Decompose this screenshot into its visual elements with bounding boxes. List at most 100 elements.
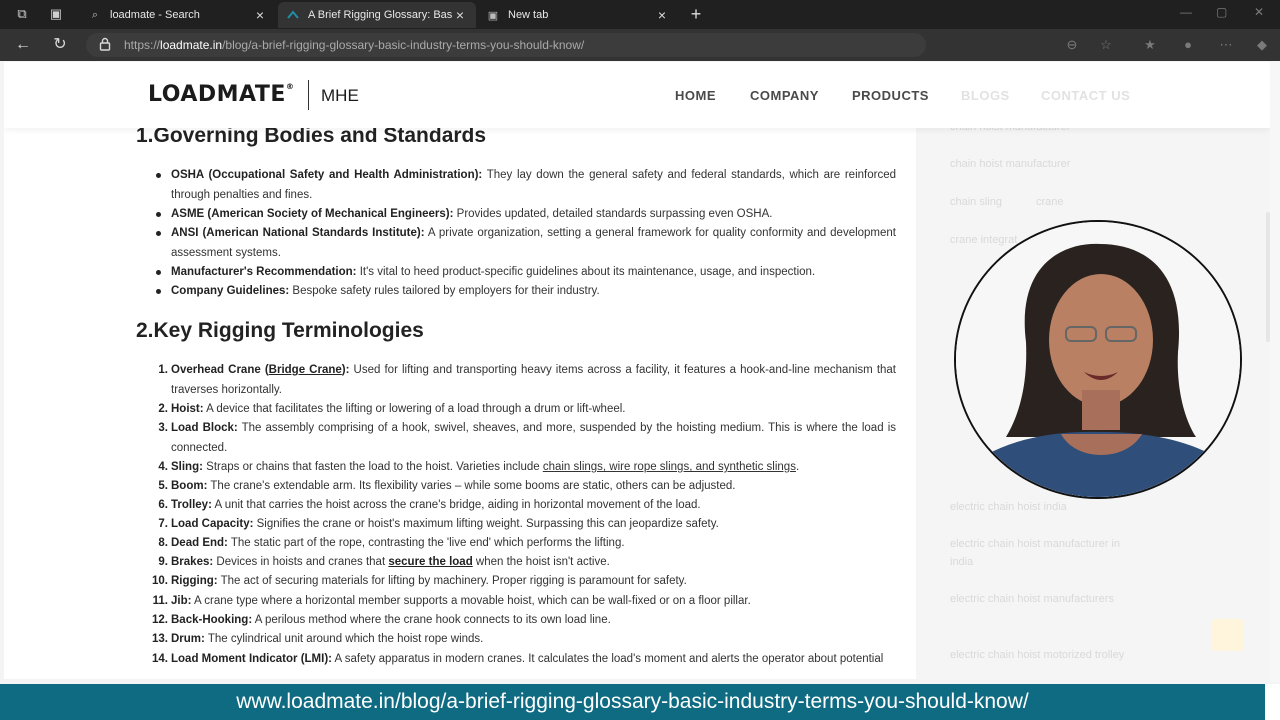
back-icon[interactable]: ← [14,36,32,54]
close-icon[interactable]: × [452,7,468,23]
item-term: Jib: [171,595,192,607]
tab-article[interactable]: A Brief Rigging Glossary: Basic Ind × [278,2,476,28]
sidebar-link[interactable]: chain hoist manufacturer [950,155,1140,173]
item-text: . [795,461,800,473]
list-item: Trolley: A unit that carries the hoist a… [171,496,896,516]
bullet [156,270,161,275]
item-number: 1. [158,364,168,376]
item-text: The crane's extendable arm. Its flexibil… [207,480,736,492]
item-text: A unit that carries the hoist across the… [211,499,701,511]
browser-tab-bar: ⧉ ▣ ⌕ loadmate - Search × A Brief Riggin… [0,0,1280,29]
sidebar-link[interactable]: crane [1036,193,1096,211]
favorites-bar-icon[interactable]: ★ [1142,37,1158,53]
url-scheme: https:// [124,38,161,52]
list-item: ANSI (American National Standards Instit… [171,224,896,263]
list-item: OSHA (Occupational Safety and Health Adm… [171,166,896,205]
nav-company[interactable]: COMPANY [750,88,819,103]
sidebar-link[interactable]: electric chain hoist manufacturers [950,590,1140,608]
nav-products[interactable]: PRODUCTS [852,88,929,103]
item-number: 6. [158,499,168,511]
newtab-icon: ▣ [487,9,499,22]
list-item: Manufacturer's Recommendation: It's vita… [171,263,896,283]
nav-blogs[interactable]: BLOGS [961,88,1010,103]
list-item: Company Guidelines: Bespoke safety rules… [171,282,896,302]
profile-avatar-icon[interactable]: ● [1180,37,1196,53]
close-icon[interactable]: × [654,7,670,23]
item-term: Overhead Crane ( [171,364,269,376]
logo-subtitle: MHE [321,86,359,105]
bullet [156,231,161,236]
lock-icon [99,37,111,51]
list-item: Dead End: The static part of the rope, c… [171,534,896,554]
scroll-to-top-button[interactable] [1212,619,1244,651]
address-bar[interactable]: https://loadmate.in/blog/a-brief-rigging… [86,33,926,57]
window-close-icon[interactable]: ✕ [1254,5,1264,19]
item-term: Brakes: [171,556,214,568]
nav-home[interactable]: HOME [675,88,716,103]
sidebar-link[interactable]: electric chain hoist manufacturer in ind… [950,535,1140,571]
more-menu-icon[interactable]: ⋯ [1218,37,1234,53]
list-item: Load Capacity: Signifies the crane or ho… [171,515,896,535]
minimize-icon[interactable]: — [1180,5,1192,19]
zoom-icon[interactable]: ⊖ [1064,37,1080,53]
item-term: OSHA (Occupational Safety and Health Adm… [171,169,483,181]
tab-new[interactable]: ▣ New tab × [478,2,678,28]
item-text: A safety apparatus in modern cranes. It … [331,653,884,665]
url-path: /blog/a-brief-rigging-glossary-basic-ind… [222,38,585,52]
item-number: 5. [158,480,168,492]
item-number: 10. [152,575,168,587]
item-number: 9. [158,556,168,568]
item-text: A crane type where a horizontal member s… [191,595,751,607]
list-item: Jib: A crane type where a horizontal mem… [171,592,896,612]
refresh-icon[interactable]: ↻ [51,36,69,54]
add-tab-icon[interactable]: + [686,4,706,24]
bullet [156,289,161,294]
workspaces-icon[interactable]: ⧉ [14,6,30,22]
item-term: Load Capacity: [171,518,254,530]
sidebar-link[interactable]: chain sling [950,193,1020,211]
item-number: 13. [152,633,168,645]
item-text: The act of securing materials for liftin… [217,575,687,587]
url-caption-banner: www.loadmate.in/blog/a-brief-rigging-glo… [0,684,1265,720]
section-heading: 2.Key Rigging Terminologies [136,319,424,342]
bullet [156,212,161,217]
item-term: Back-Hooking: [171,614,253,626]
item-term: Drum: [171,633,205,645]
item-number: 2. [158,403,168,415]
tab-search[interactable]: ⌕ loadmate - Search × [80,2,276,28]
item-term: Trolley: [171,499,212,511]
webcam-presenter-video [954,220,1242,499]
item-number: 14. [152,653,168,665]
item-term: Sling: [171,461,203,473]
item-text: Straps or chains that fasten the load to… [202,461,543,473]
site-logo[interactable]: LOADMATE® [148,82,294,107]
article-body: 1.Governing Bodies and Standards OSHA (O… [4,62,916,679]
item-text: when the hoist isn't active. [472,556,610,568]
item-term: Dead End: [171,537,228,549]
close-icon[interactable]: × [252,7,268,23]
sidebar-link[interactable]: electric chain hoist india [950,498,1140,516]
site-favicon-icon [286,8,300,22]
logo-brand: LOADMATE [148,82,286,107]
nav-contact-us[interactable]: CONTACT US [1041,88,1130,103]
search-icon: ⌕ [91,8,99,21]
item-term: Load Block: [171,422,238,434]
list-item: Brakes: Devices in hoists and cranes tha… [171,553,896,573]
logo-registered: ® [285,82,295,91]
item-number: 7. [158,518,168,530]
list-item: Overhead Crane (Bridge Crane): Used for … [171,361,896,400]
item-number: 12. [152,614,168,626]
bridge-crane-link[interactable]: Bridge Crane [269,364,342,376]
list-item: Boom: The crane's extendable arm. Its fl… [171,477,896,497]
favorite-icon[interactable]: ☆ [1098,37,1114,53]
sling-types-link[interactable]: chain slings, wire rope slings, and synt… [543,461,796,473]
copilot-icon[interactable]: ◆ [1254,37,1270,53]
item-text: The assembly comprising of a hook, swive… [171,422,897,454]
sidebar-link[interactable]: electric chain hoist motorized trolley [950,646,1140,664]
secure-the-load-link[interactable]: secure the load [388,556,472,568]
tab-actions-icon[interactable]: ▣ [48,6,64,22]
url-text: https://loadmate.in/blog/a-brief-rigging… [124,38,584,52]
logo-divider [308,80,309,110]
maximize-icon[interactable]: ▢ [1216,5,1227,19]
site-header: LOADMATE® MHE HOME COMPANY PRODUCTS BLOG… [4,62,1270,128]
